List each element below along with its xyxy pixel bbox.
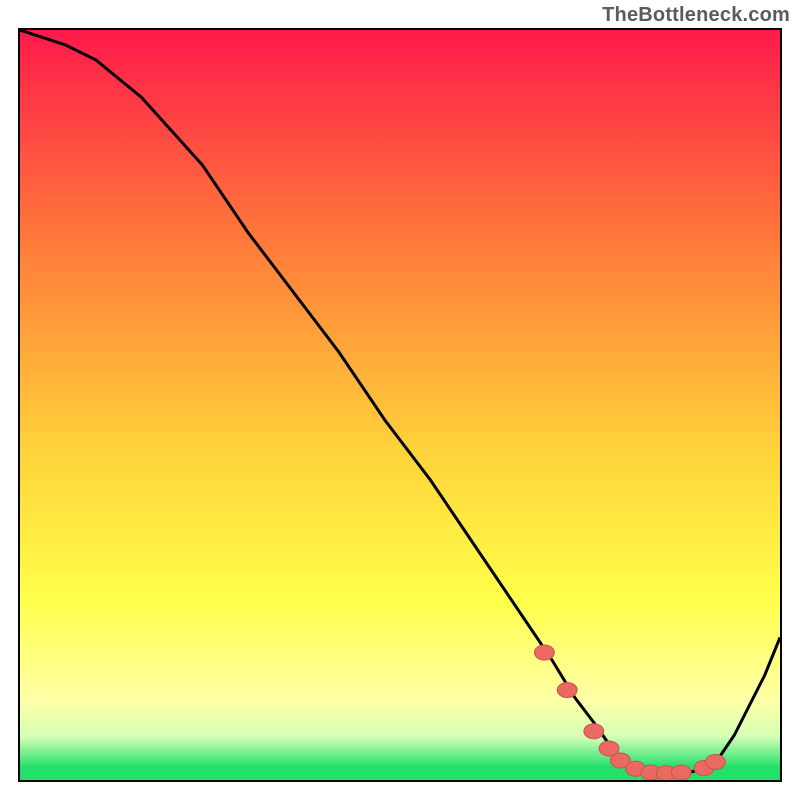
highlight-marker: [584, 724, 604, 739]
curve-layer: [20, 30, 780, 780]
highlight-marker: [706, 755, 726, 770]
plot-area: [18, 28, 782, 782]
watermark-text: TheBottleneck.com: [602, 4, 790, 27]
bottleneck-curve: [20, 30, 780, 774]
highlight-marker: [557, 683, 577, 698]
highlight-marker: [535, 645, 555, 660]
chart-root: TheBottleneck.com: [0, 0, 800, 800]
highlight-markers: [535, 645, 726, 781]
highlight-marker: [671, 765, 691, 780]
